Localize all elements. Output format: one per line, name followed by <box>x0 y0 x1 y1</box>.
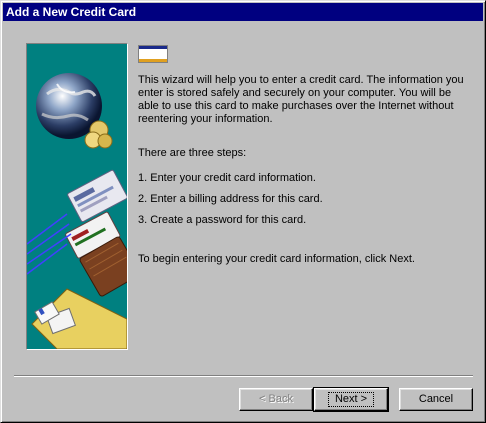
next-button-label: Next > <box>327 392 375 407</box>
steps-heading: There are three steps: <box>138 147 247 159</box>
visa-card-icon <box>138 45 168 63</box>
closing-text: To begin entering your credit card infor… <box>138 253 415 265</box>
next-button[interactable]: Next > <box>313 387 389 412</box>
button-divider <box>14 375 473 377</box>
wizard-illustration <box>26 43 128 350</box>
step-item: 3. Create a password for this card. <box>138 214 307 226</box>
intro-text: This wizard will help you to enter a cre… <box>138 74 464 125</box>
step-item: 2. Enter a billing address for this card… <box>138 193 323 205</box>
globe-cards-illustration <box>27 73 127 349</box>
wizard-window: Add a New Credit Card This wizard will h… <box>0 0 486 423</box>
back-button[interactable]: < Back <box>239 388 313 411</box>
window-title: Add a New Credit Card <box>3 3 483 21</box>
cancel-button[interactable]: Cancel <box>399 388 473 411</box>
step-item: 1. Enter your credit card information. <box>138 172 316 184</box>
